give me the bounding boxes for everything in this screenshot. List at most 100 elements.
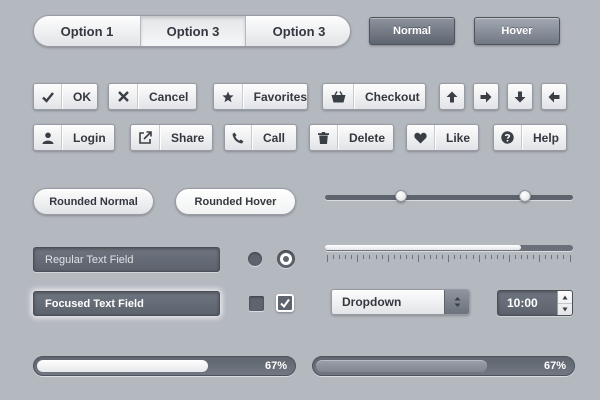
stepper-up-icon[interactable] [558,291,572,303]
scale-tick [563,255,565,259]
scale-tick [436,255,438,259]
rounded-hover-button[interactable]: Rounded Hover [175,188,296,215]
scale-tick [448,255,450,262]
dropdown-value: Dropdown [342,295,402,309]
share-button[interactable]: Share [130,124,213,151]
scale-ticks [327,255,571,263]
share-label: Share [171,130,205,145]
range-slider-low-handle[interactable] [394,190,407,202]
checkbox[interactable] [249,296,264,311]
scale-tick [496,255,498,259]
radio-button[interactable] [277,250,295,268]
radio-inner-dot [283,256,289,262]
help-label: Help [533,130,560,145]
cancel-label: Cancel [149,89,189,104]
segment-option-3[interactable]: Option 3 [246,16,350,46]
scale-slider[interactable] [325,243,573,265]
arrow-right-icon [480,91,492,103]
range-slider-track [325,195,573,200]
delete-button[interactable]: Delete [309,124,394,151]
scale-tick [551,255,553,259]
cancel-button[interactable]: Cancel [108,83,197,110]
scale-tick [484,255,486,259]
scale-tick [442,255,444,259]
progress-fill [316,360,487,372]
scale-tick [351,255,353,259]
ok-label: OK [73,89,91,104]
progress-fill [37,360,208,372]
segment-option-1[interactable]: Option 1 [34,16,141,46]
delete-label: Delete [349,130,386,145]
close-icon [109,91,137,102]
scale-tick [490,255,492,259]
radio-selected-dot [280,253,292,265]
dropdown-arrows-icon [444,290,469,314]
normal-button[interactable]: Normal [369,17,455,45]
call-button[interactable]: Call [224,124,297,151]
time-stepper[interactable]: 10:00 [497,290,573,316]
scale-tick [387,255,389,262]
scale-tick [454,255,456,259]
scale-tick [424,255,425,259]
arrow-up-icon [446,91,458,103]
arrow-down-button[interactable] [507,83,533,110]
share-icon [131,131,159,144]
trash-icon [310,131,337,144]
scale-tick [411,255,413,259]
segmented-control: Option 1 Option 3 Option 3 [33,15,351,47]
star-icon [214,91,242,103]
scale-tick [569,255,571,262]
scale-tick [399,255,401,259]
scale-tick [466,255,468,259]
scale-tick [557,255,559,259]
progress-percentage: 67% [543,360,566,372]
phone-icon [225,132,251,144]
scale-tick [339,255,341,259]
stepper-down-icon[interactable] [558,303,572,315]
checkout-button[interactable]: Checkout [322,83,426,110]
rounded-normal-button[interactable]: Rounded Normal [33,188,154,215]
scale-tick [521,255,522,259]
scale-tick [381,255,383,259]
help-icon [494,131,521,144]
range-slider-high-handle[interactable] [518,190,531,202]
progress-percentage: 67% [264,360,287,372]
arrow-up-button[interactable] [439,83,465,110]
scale-tick [327,255,328,262]
focused-text-field[interactable]: Focused Text Field [33,291,220,316]
help-button[interactable]: Help [493,124,567,151]
checkmark-icon [280,298,290,308]
like-label: Like [446,130,471,145]
radio-button[interactable] [248,252,262,266]
scale-tick [333,255,335,259]
scale-slider-fill [325,245,521,250]
scale-tick [478,255,480,262]
arrow-right-button[interactable] [473,83,499,110]
checkbox-checked[interactable] [276,294,294,312]
scale-tick [417,255,419,262]
arrow-down-icon [514,91,526,103]
scale-tick [369,255,371,259]
scale-tick [363,255,365,259]
scale-tick [405,255,407,259]
scale-tick [539,255,541,262]
scale-tick [375,255,377,259]
like-button[interactable]: Like [406,124,479,151]
login-button[interactable]: Login [33,124,115,151]
range-slider[interactable] [325,190,573,204]
checkmark-icon [34,91,61,103]
scale-tick [527,255,529,259]
scale-tick [460,255,462,259]
arrow-left-button[interactable] [541,83,567,110]
regular-text-field[interactable]: Regular Text Field [33,247,220,272]
stepper-buttons [557,291,572,315]
scale-tick [472,255,474,259]
favorites-button[interactable]: Favorites [213,83,308,110]
dropdown[interactable]: Dropdown [331,289,470,315]
scale-tick [393,255,395,259]
hover-button[interactable]: Hover [474,17,560,45]
ok-button[interactable]: OK [33,83,98,110]
segment-option-2[interactable]: Option 3 [141,16,246,46]
time-stepper-value: 10:00 [507,296,538,310]
scale-tick [533,255,535,259]
